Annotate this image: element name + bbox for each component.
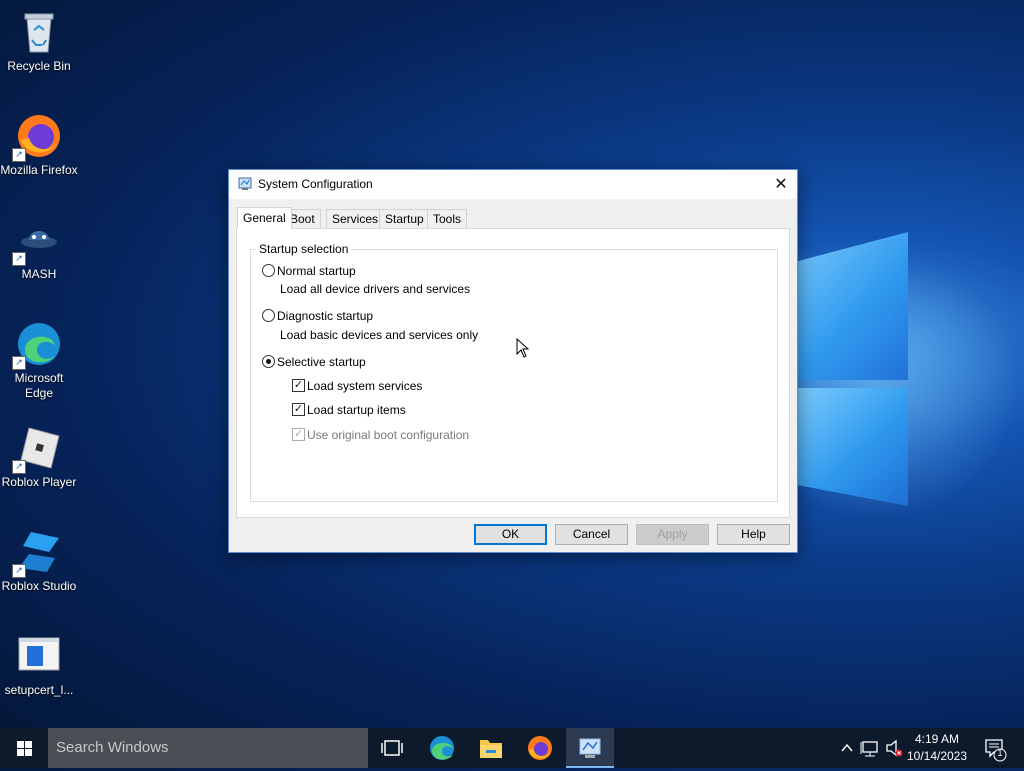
show-hidden-icons-button[interactable] bbox=[838, 728, 856, 768]
clock-time: 4:19 AM bbox=[914, 732, 960, 746]
desktop-icon-mash[interactable]: ↗ MASH bbox=[0, 216, 78, 282]
load-startup-items-checkbox[interactable]: ✓ bbox=[292, 403, 305, 416]
group-label: Startup selection bbox=[256, 242, 352, 256]
mouse-cursor-icon bbox=[516, 337, 530, 361]
desktop-icon-label: Roblox Studio bbox=[1, 579, 77, 593]
startup-selection-group: Startup selection Normal startup Load al… bbox=[250, 242, 778, 502]
desktop-icon-label: Roblox Player bbox=[1, 475, 77, 489]
network-status-button[interactable] bbox=[860, 728, 882, 768]
search-placeholder: Search Windows bbox=[56, 739, 169, 756]
firefox-icon bbox=[528, 736, 552, 760]
clock-date: 10/14/2023 bbox=[906, 749, 968, 763]
desktop-icon-firefox[interactable]: ↗ Mozilla Firefox bbox=[0, 112, 78, 178]
cancel-button[interactable]: Cancel bbox=[555, 524, 628, 545]
close-icon: ✕ bbox=[774, 176, 788, 193]
load-startup-items-label[interactable]: Load startup items bbox=[307, 403, 406, 417]
shortcut-arrow-icon: ↗ bbox=[12, 356, 26, 370]
selective-startup-label[interactable]: Selective startup bbox=[277, 355, 366, 369]
desktop-icon-label: setupcert_l... bbox=[4, 683, 74, 697]
apply-button: Apply bbox=[636, 524, 709, 545]
taskbar-file-explorer-button[interactable] bbox=[467, 728, 515, 768]
msconfig-icon bbox=[579, 738, 601, 758]
taskbar-clock[interactable]: 4:19 AM 10/14/2023 bbox=[902, 731, 972, 765]
mash-icon: ↗ bbox=[12, 216, 63, 266]
desktop-icon-edge[interactable]: ↗ Microsoft Edge bbox=[0, 320, 78, 401]
load-system-services-label[interactable]: Load system services bbox=[307, 379, 422, 393]
shortcut-arrow-icon: ↗ bbox=[12, 252, 26, 266]
network-disconnected-icon bbox=[860, 741, 878, 757]
taskbar-firefox-button[interactable] bbox=[516, 728, 564, 768]
dialog-title: System Configuration bbox=[258, 177, 373, 191]
task-view-button[interactable] bbox=[368, 728, 416, 768]
roblox-player-icon: ↗ bbox=[12, 424, 63, 474]
recycle-bin-icon bbox=[15, 8, 63, 56]
diagnostic-startup-radio[interactable] bbox=[262, 309, 275, 322]
ok-button[interactable]: OK bbox=[474, 524, 547, 545]
notification-count-badge: 1 bbox=[997, 748, 1003, 758]
general-tab-panel: Startup selection Normal startup Load al… bbox=[236, 228, 790, 518]
desktop-icon-setupcert[interactable]: setupcert_l... bbox=[0, 632, 78, 698]
desktop-icon-label: Microsoft Edge bbox=[14, 371, 64, 400]
folder-icon bbox=[480, 740, 502, 758]
dialog-titlebar[interactable]: System Configuration ✕ bbox=[229, 170, 797, 199]
notification-icon bbox=[985, 739, 1007, 762]
task-view-icon bbox=[381, 740, 403, 756]
edge-icon: ↗ bbox=[12, 320, 63, 370]
tab-startup[interactable]: Startup bbox=[379, 209, 430, 228]
normal-startup-label[interactable]: Normal startup bbox=[277, 264, 356, 278]
diagnostic-startup-label[interactable]: Diagnostic startup bbox=[277, 309, 373, 323]
taskbar-edge-button[interactable] bbox=[418, 728, 466, 768]
tab-general[interactable]: General bbox=[237, 207, 292, 229]
start-button[interactable] bbox=[0, 728, 48, 768]
use-original-boot-config-checkbox: ✓ bbox=[292, 428, 305, 441]
volume-button[interactable] bbox=[884, 728, 904, 768]
selective-startup-radio[interactable] bbox=[262, 355, 275, 368]
windows-logo-icon bbox=[17, 741, 32, 756]
msconfig-icon bbox=[238, 177, 252, 191]
taskbar-msconfig-button[interactable] bbox=[566, 728, 614, 768]
desktop-icon-label: Mozilla Firefox bbox=[0, 163, 78, 177]
chevron-up-icon bbox=[841, 743, 853, 752]
firefox-icon: ↗ bbox=[12, 112, 63, 162]
action-center-button[interactable]: 1 bbox=[980, 728, 1010, 768]
shortcut-arrow-icon: ↗ bbox=[12, 564, 26, 578]
tab-services[interactable]: Services bbox=[326, 209, 385, 228]
desktop-icon-recycle-bin[interactable]: Recycle Bin bbox=[0, 8, 78, 74]
desktop-icon-label: MASH bbox=[21, 267, 57, 281]
normal-startup-description: Load all device drivers and services bbox=[280, 282, 471, 296]
system-configuration-dialog: System Configuration ✕ General Boot Serv… bbox=[228, 169, 798, 553]
roblox-studio-icon: ↗ bbox=[12, 528, 63, 578]
setup-file-icon bbox=[15, 632, 63, 680]
taskbar: Search Windows 4:19 AM 10/14/2023 1 bbox=[0, 728, 1024, 768]
tab-tools[interactable]: Tools bbox=[427, 209, 468, 228]
edge-icon bbox=[430, 736, 454, 760]
desktop-icon-roblox-player[interactable]: ↗ Roblox Player bbox=[0, 424, 78, 490]
load-system-services-checkbox[interactable]: ✓ bbox=[292, 379, 305, 392]
shortcut-arrow-icon: ↗ bbox=[12, 460, 26, 474]
desktop-icon-roblox-studio[interactable]: ↗ Roblox Studio bbox=[0, 528, 78, 594]
diagnostic-startup-description: Load basic devices and services only bbox=[280, 328, 479, 342]
use-original-boot-config-label: Use original boot configuration bbox=[307, 428, 470, 442]
normal-startup-radio[interactable] bbox=[262, 264, 275, 277]
search-box[interactable]: Search Windows bbox=[48, 728, 368, 768]
desktop-icon-label: Recycle Bin bbox=[7, 59, 71, 73]
help-button[interactable]: Help bbox=[717, 524, 790, 545]
close-button[interactable]: ✕ bbox=[765, 170, 797, 199]
volume-muted-icon bbox=[886, 739, 903, 757]
shortcut-arrow-icon: ↗ bbox=[12, 148, 26, 162]
